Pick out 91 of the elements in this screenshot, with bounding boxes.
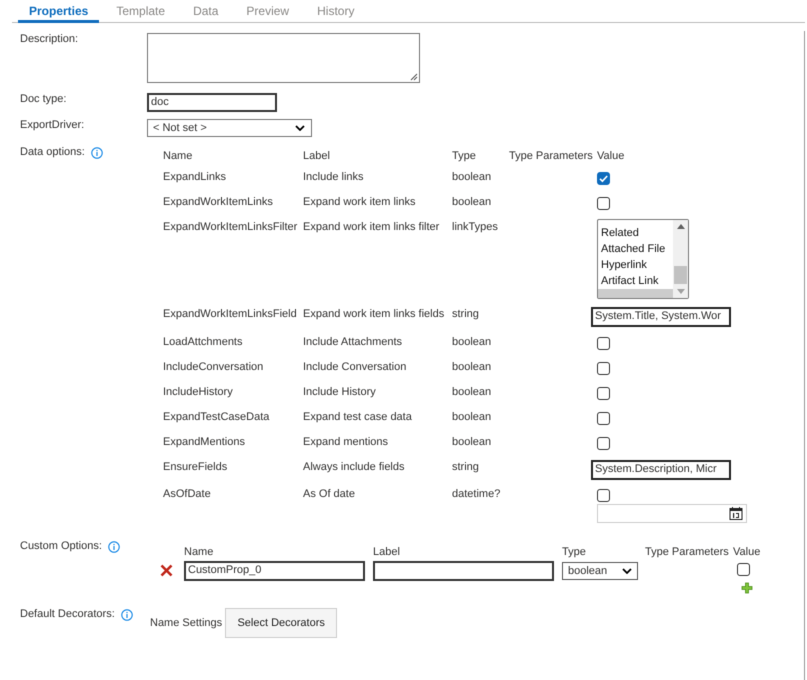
calendar-icon[interactable] [729, 507, 743, 520]
list-box[interactable]: Related Attached File Hyperlink Artifact Link [597, 219, 689, 299]
option-type: boolean [452, 410, 492, 425]
field-label: Data options: [20, 146, 85, 158]
list-item[interactable]: Related [598, 225, 673, 241]
scroll-thumb[interactable] [674, 266, 687, 284]
delete-icon[interactable] [160, 564, 173, 577]
checkbox[interactable] [597, 437, 610, 450]
name-settings-label: Name Settings [150, 617, 222, 629]
option-name: IncludeHistory [163, 385, 234, 400]
label-input[interactable] [373, 561, 554, 581]
option-name: AsOfDate [163, 487, 212, 502]
checkbox[interactable] [597, 337, 610, 350]
option-label: Expand work item links fields [303, 307, 446, 322]
option-name: ExpandTestCaseData [163, 410, 270, 425]
option-label: Always include fields [303, 460, 406, 475]
checkbox[interactable] [597, 489, 610, 502]
name-input[interactable]: CustomProp_0 [184, 561, 365, 581]
option-label: Expand mentions [303, 435, 389, 450]
checkbox[interactable] [597, 412, 610, 425]
option-type: boolean [452, 195, 492, 210]
field-label: Description: [20, 33, 78, 45]
text-input[interactable]: System.Description, Micr [591, 460, 731, 480]
info-icon[interactable] [90, 147, 103, 159]
column-header: Value [597, 149, 626, 164]
scroll-up-icon[interactable] [676, 224, 684, 229]
tab[interactable]: Properties [18, 0, 100, 23]
chevron-down-icon [295, 125, 305, 131]
tab[interactable]: Template [105, 0, 176, 23]
option-type: boolean [452, 435, 492, 450]
scrollbar[interactable] [673, 220, 688, 298]
tab[interactable]: History [306, 0, 366, 23]
text-input[interactable]: System.Title, System.Wor [591, 307, 731, 327]
option-label: Include links [303, 170, 365, 185]
list-item[interactable]: Artifact Link [598, 273, 673, 289]
chevron-down-icon [622, 568, 632, 574]
option-type: boolean [452, 360, 492, 375]
doc-type-input[interactable]: doc [147, 93, 277, 112]
list-item[interactable]: Attached File [598, 241, 673, 257]
option-name: IncludeConversation [163, 360, 264, 375]
checkbox[interactable] [597, 387, 610, 400]
option-name: ExpandMentions [163, 435, 246, 450]
option-label: Include Attachments [303, 335, 404, 350]
option-name: EnsureFields [163, 460, 228, 475]
column-header: Type [452, 149, 477, 164]
option-name: ExpandWorkItemLinks [163, 195, 274, 210]
tab[interactable]: Data [182, 0, 230, 23]
column-header: Type Parameters [645, 546, 730, 560]
option-label: Expand work item links [303, 195, 416, 210]
export-driver-select[interactable]: < Not set > [147, 119, 312, 137]
checkbox[interactable] [597, 362, 610, 375]
option-name: ExpandWorkItemLinksFilter [163, 220, 298, 235]
option-type: boolean [452, 385, 492, 400]
column-header: Value [733, 546, 762, 560]
option-name: ExpandWorkItemLinksField [163, 307, 298, 322]
field-label: ExportDriver: [20, 119, 84, 131]
option-label: Include History [303, 385, 377, 400]
option-type: boolean [452, 335, 492, 350]
type-select[interactable]: boolean [562, 562, 638, 580]
field-label: Default Decorators: [20, 608, 115, 620]
date-input[interactable] [597, 504, 747, 523]
info-icon[interactable] [108, 541, 120, 553]
option-label: Include Conversation [303, 360, 408, 375]
add-icon[interactable] [741, 582, 753, 594]
field-label: Doc type: [20, 93, 66, 105]
column-header: Type Parameters [509, 149, 594, 164]
description-textarea[interactable] [147, 33, 420, 83]
column-header: Name [184, 546, 214, 560]
checkbox[interactable] [737, 563, 750, 576]
column-header: Type [562, 546, 587, 560]
option-type: string [452, 460, 480, 475]
option-label: As Of date [303, 487, 356, 502]
info-icon[interactable] [120, 609, 133, 621]
option-type: linkTypes [452, 220, 499, 235]
option-type: boolean [452, 170, 492, 185]
column-header: Label [373, 546, 401, 560]
select-decorators-button[interactable]: Select Decorators [225, 608, 338, 638]
option-type: string [452, 307, 480, 322]
option-type: datetime? [452, 487, 502, 502]
field-label: Custom Options: [20, 540, 102, 552]
option-label: Expand work item links filter [303, 220, 440, 235]
tab[interactable]: Preview [235, 0, 300, 23]
column-header: Name [163, 149, 194, 164]
option-name: ExpandLinks [163, 170, 227, 185]
option-name: LoadAttchments [163, 335, 244, 350]
resize-grip-icon[interactable] [410, 73, 418, 81]
checkbox[interactable] [597, 172, 610, 185]
checkbox[interactable] [597, 197, 610, 210]
option-label: Expand test case data [303, 410, 413, 425]
column-header: Label [303, 149, 331, 164]
list-item[interactable]: Hyperlink [598, 257, 673, 273]
